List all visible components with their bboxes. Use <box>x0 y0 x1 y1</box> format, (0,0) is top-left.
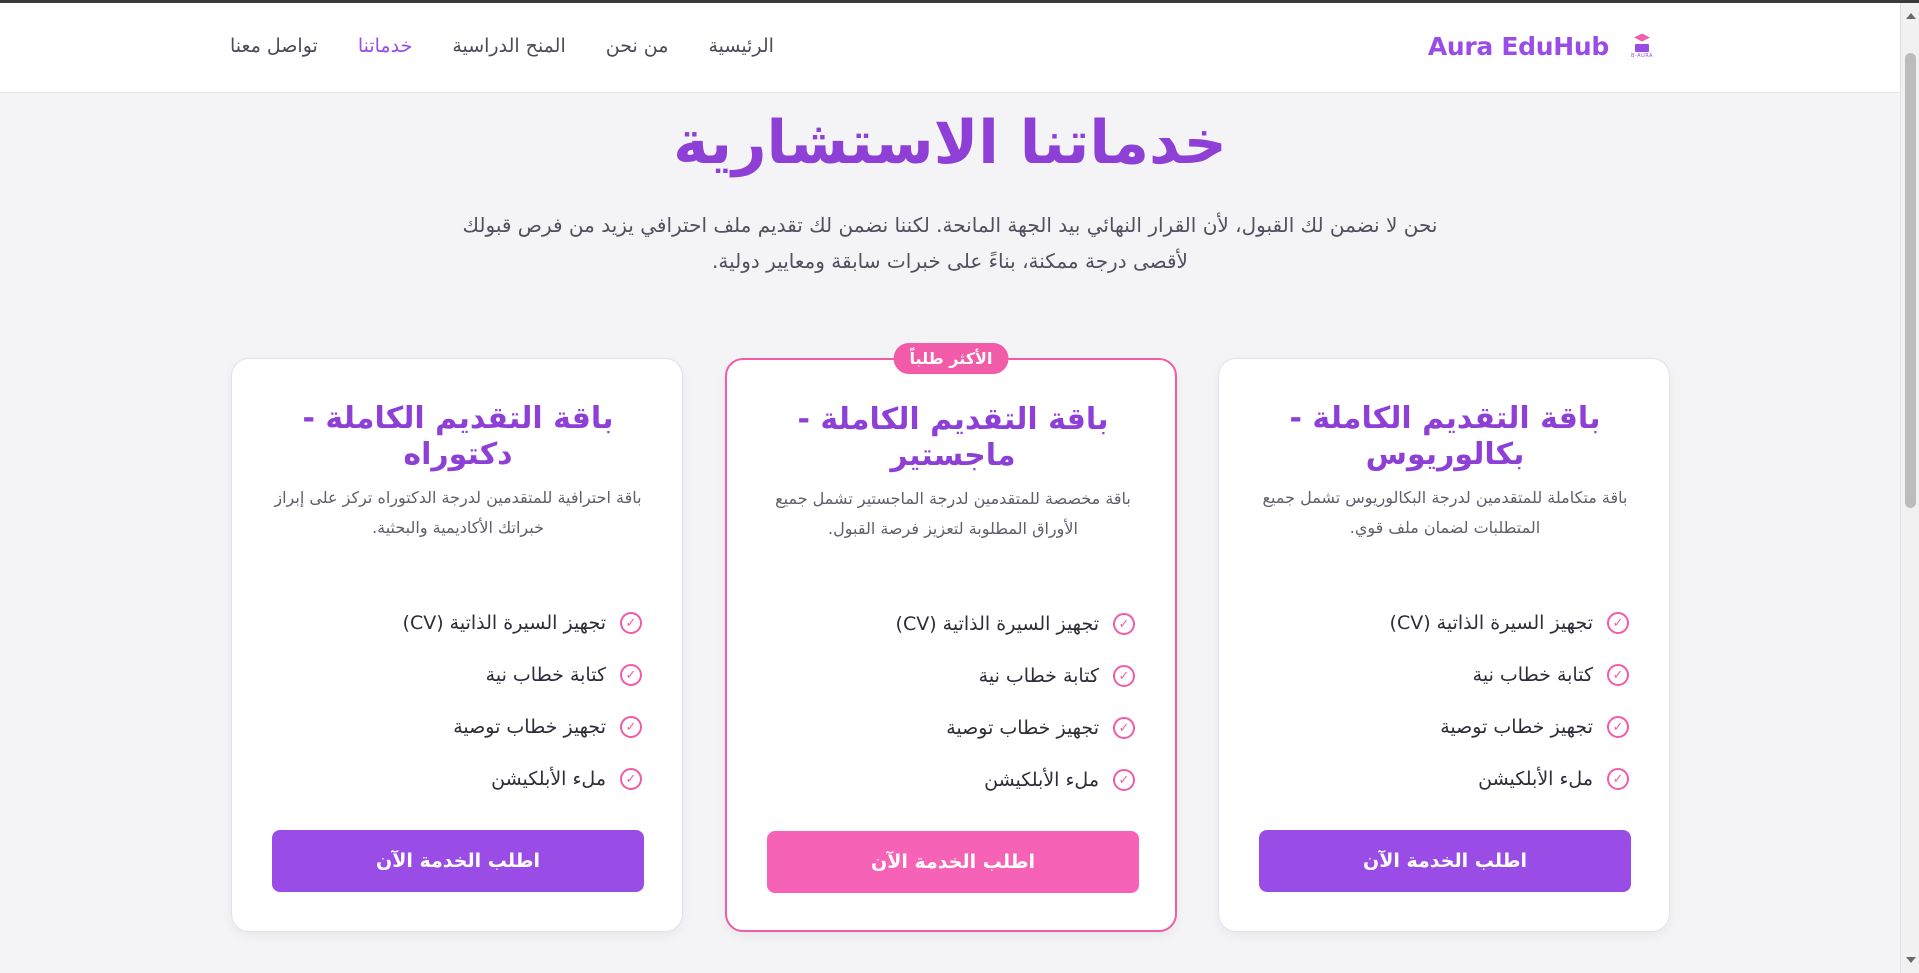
nav-link-home[interactable]: الرئيسية <box>708 35 773 57</box>
nav-link-services[interactable]: خدماتنا <box>358 35 413 57</box>
request-service-button[interactable]: اطلب الخدمة الآن <box>272 830 644 892</box>
card-description: باقة متكاملة للمتقدمين لدرجة البكالوريوس… <box>1262 488 1628 537</box>
feature-item: ✓ ملء الأبلكيشن <box>1257 753 1629 805</box>
card-title: باقة التقديم الكاملة - بكالوريوس <box>1289 401 1601 472</box>
feature-list: ✓ تجهيز السيرة الذاتية (CV) ✓ كتابة خطاب ن… <box>1257 597 1629 805</box>
check-circle-icon: ✓ <box>620 612 642 634</box>
feature-text: كتابة خطاب نية <box>485 664 606 686</box>
feature-text: تجهيز السيرة الذاتية (CV) <box>895 613 1099 635</box>
check-circle-icon: ✓ <box>1607 716 1629 738</box>
scrollbar-thumb[interactable] <box>1905 53 1916 508</box>
card-description: باقة احترافية للمتقدمين لدرجة الدكتوراه … <box>274 488 642 537</box>
feature-text: كتابة خطاب نية <box>978 665 1099 687</box>
check-circle-icon: ✓ <box>1113 613 1135 635</box>
feature-item: ✓ تجهيز خطاب توصية <box>763 702 1135 754</box>
check-circle-icon: ✓ <box>1607 664 1629 686</box>
card-phd: باقة التقديم الكاملة - دكتوراه باقة احتر… <box>231 358 683 932</box>
nav-link-scholarships[interactable]: المنح الدراسية <box>452 35 565 57</box>
check-circle-icon: ✓ <box>620 716 642 738</box>
feature-item: ✓ ملء الأبلكيشن <box>270 753 642 805</box>
scroll-up-arrow-icon[interactable] <box>1906 13 1916 19</box>
check-circle-icon: ✓ <box>1607 768 1629 790</box>
feature-text: ملء الأبلكيشن <box>491 768 606 790</box>
request-service-button[interactable]: اطلب الخدمة الآن <box>1259 830 1631 892</box>
feature-text: تجهيز خطاب توصية <box>946 717 1099 739</box>
request-service-button[interactable]: اطلب الخدمة الآن <box>767 831 1139 893</box>
most-requested-badge: الأكثر طلباً <box>893 343 1009 374</box>
graduation-cap-icon: B-AURA <box>1629 31 1655 61</box>
feature-text: تجهيز خطاب توصية <box>453 716 606 738</box>
card-title: باقة التقديم الكاملة - ماجستير <box>797 402 1109 473</box>
feature-text: ملء الأبلكيشن <box>1478 768 1593 790</box>
feature-text: تجهيز السيرة الذاتية (CV) <box>402 612 606 634</box>
check-circle-icon: ✓ <box>1113 769 1135 791</box>
check-circle-icon: ✓ <box>1113 665 1135 687</box>
page-description: نحن لا نضمن لك القبول، لأن القرار النهائ… <box>462 213 1438 273</box>
feature-item: ✓ تجهيز خطاب توصية <box>1257 701 1629 753</box>
check-circle-icon: ✓ <box>1113 717 1135 739</box>
feature-list: ✓ تجهيز السيرة الذاتية (CV) ✓ كتابة خطاب ن… <box>763 598 1135 806</box>
check-circle-icon: ✓ <box>620 664 642 686</box>
feature-text: ملء الأبلكيشن <box>984 769 1099 791</box>
feature-item: ✓ كتابة خطاب نية <box>1257 649 1629 701</box>
card-master: الأكثر طلباً باقة التقديم الكاملة - ماجس… <box>725 343 1177 932</box>
check-circle-icon: ✓ <box>620 768 642 790</box>
navbar: الرئيسية من نحن المنح الدراسية خدماتنا ت… <box>0 3 1900 93</box>
card-title: باقة التقديم الكاملة - دكتوراه <box>302 401 614 472</box>
card-description: باقة مخصصة للمتقدمين لدرجة الماجستير تشم… <box>775 489 1131 538</box>
feature-text: كتابة خطاب نية <box>1472 664 1593 686</box>
brand-name: Aura EduHub <box>1427 31 1609 61</box>
nav-link-about[interactable]: من نحن <box>606 35 669 57</box>
service-cards: باقة التقديم الكاملة - بكالوريوس باقة مت… <box>231 343 1672 932</box>
page-title: خدماتنا الاستشارية <box>673 108 1227 178</box>
check-circle-icon: ✓ <box>1607 612 1629 634</box>
feature-item: ✓ تجهيز السيرة الذاتية (CV) <box>763 598 1135 650</box>
brand-logo-text: B-AURA <box>1631 52 1653 59</box>
feature-list: ✓ تجهيز السيرة الذاتية (CV) ✓ كتابة خطاب ن… <box>270 597 642 805</box>
feature-text: تجهيز خطاب توصية <box>1440 716 1593 738</box>
feature-item: ✓ تجهيز خطاب توصية <box>270 701 642 753</box>
scroll-down-arrow-icon[interactable] <box>1906 957 1916 963</box>
feature-item: ✓ تجهيز السيرة الذاتية (CV) <box>1257 597 1629 649</box>
feature-item: ✓ كتابة خطاب نية <box>270 649 642 701</box>
card-bachelor: باقة التقديم الكاملة - بكالوريوس باقة مت… <box>1218 358 1670 932</box>
feature-item: ✓ كتابة خطاب نية <box>763 650 1135 702</box>
nav-link-contact[interactable]: تواصل معنا <box>230 35 318 57</box>
brand[interactable]: Aura EduHub B-AURA <box>1428 31 1655 61</box>
nav-links: الرئيسية من نحن المنح الدراسية خدماتنا ت… <box>230 35 774 57</box>
feature-item: ✓ ملء الأبلكيشن <box>763 754 1135 806</box>
page-scrollbar[interactable] <box>1900 3 1919 973</box>
feature-item: ✓ تجهيز السيرة الذاتية (CV) <box>270 597 642 649</box>
feature-text: تجهيز السيرة الذاتية (CV) <box>1389 612 1593 634</box>
